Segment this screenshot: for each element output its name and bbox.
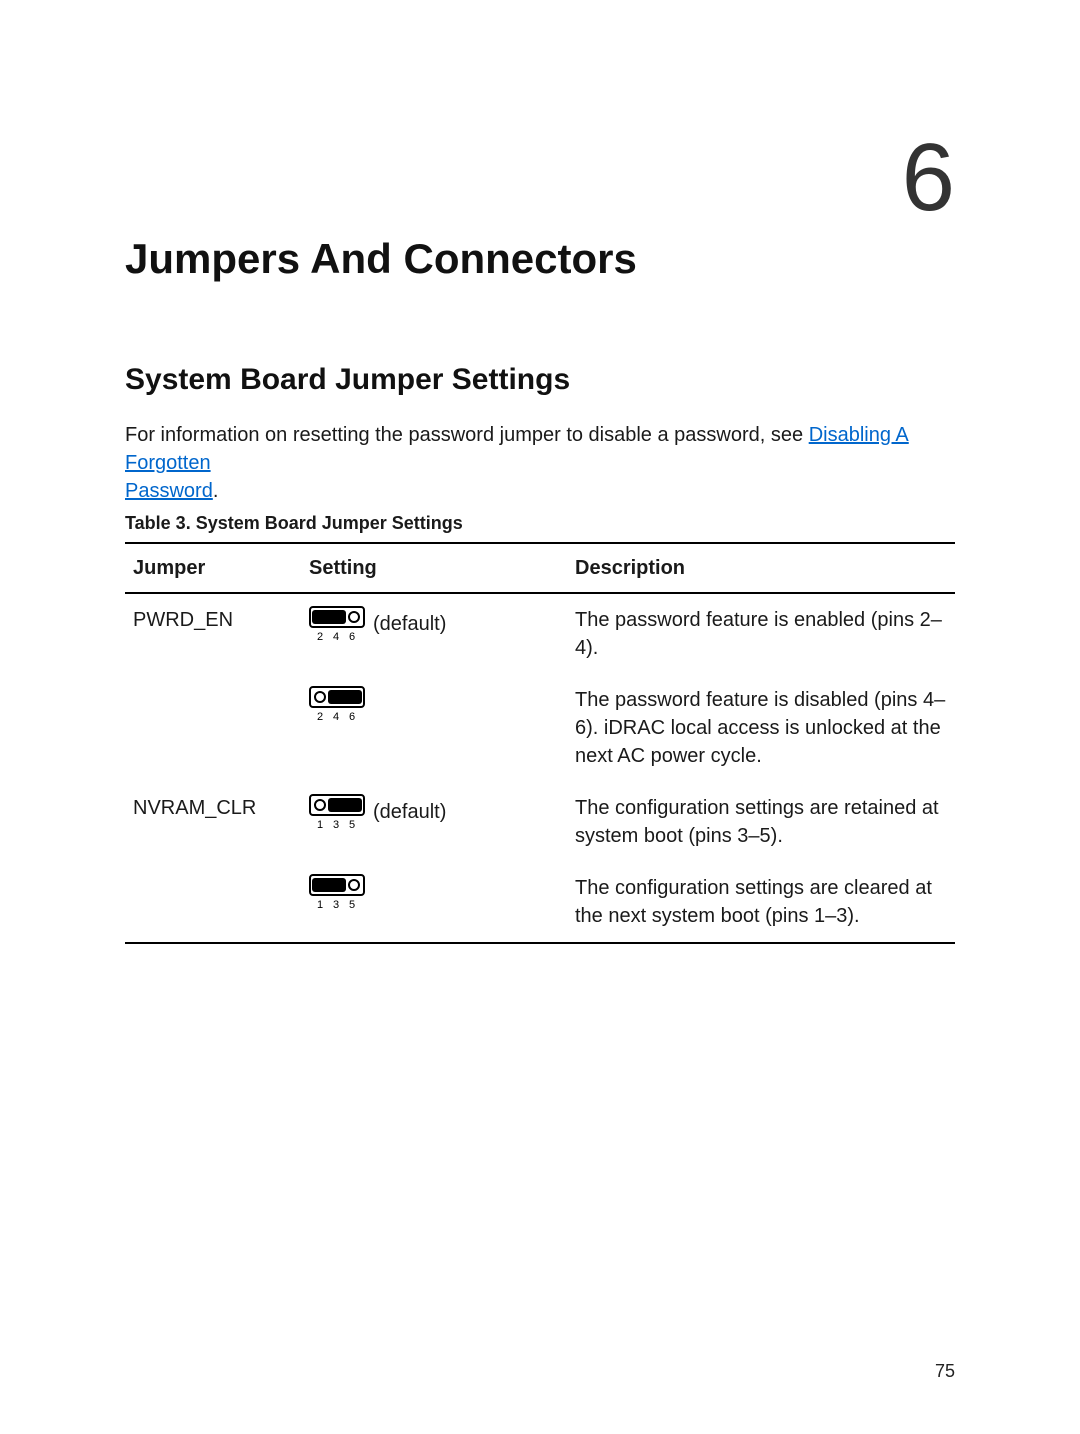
jumper-icon-pins-2-4: 2 4 6 <box>309 606 365 645</box>
cell-jumper <box>125 674 301 782</box>
cell-setting: 2 4 6 <box>301 674 567 782</box>
cell-description: The configuration settings are retained … <box>567 782 955 862</box>
jumper-icon-pins-4-6: 2 4 6 <box>309 686 365 725</box>
intro-paragraph: For information on resetting the passwor… <box>125 421 955 505</box>
page-number: 75 <box>935 1359 955 1384</box>
pin-label: 1 <box>312 898 328 913</box>
pin-label: 4 <box>328 630 344 645</box>
cell-description: The configuration settings are cleared a… <box>567 862 955 943</box>
cell-setting: 2 4 6 (default) <box>301 593 567 674</box>
cell-description: The password feature is disabled (pins 4… <box>567 674 955 782</box>
jumper-settings-table: Jumper Setting Description PWRD_EN <box>125 542 955 944</box>
table-row: NVRAM_CLR 1 3 5 ( <box>125 782 955 862</box>
section-title: System Board Jumper Settings <box>125 359 955 401</box>
cell-jumper: NVRAM_CLR <box>125 782 301 862</box>
chapter-title: Jumpers And Connectors <box>125 230 955 289</box>
pin-label: 3 <box>328 898 344 913</box>
cell-setting: 1 3 5 (default) <box>301 782 567 862</box>
pin-label: 1 <box>312 818 328 833</box>
pin-label: 5 <box>344 898 360 913</box>
setting-suffix: (default) <box>373 794 446 826</box>
pin-label: 6 <box>344 630 360 645</box>
jumper-icon-pins-1-3: 1 3 5 <box>309 874 365 913</box>
cell-jumper: PWRD_EN <box>125 593 301 674</box>
intro-suffix: . <box>213 480 219 502</box>
table-caption: Table 3. System Board Jumper Settings <box>125 511 955 536</box>
jumper-icon-pins-3-5: 1 3 5 <box>309 794 365 833</box>
pin-label: 5 <box>344 818 360 833</box>
pin-label: 2 <box>312 710 328 725</box>
pin-label: 3 <box>328 818 344 833</box>
th-setting: Setting <box>301 543 567 593</box>
disabling-password-link-cont[interactable]: Password <box>125 480 213 502</box>
th-jumper: Jumper <box>125 543 301 593</box>
cell-setting: 1 3 5 <box>301 862 567 943</box>
th-description: Description <box>567 543 955 593</box>
pin-label: 4 <box>328 710 344 725</box>
cell-description: The password feature is enabled (pins 2–… <box>567 593 955 674</box>
intro-prefix: For information on resetting the passwor… <box>125 424 809 446</box>
table-row: 1 3 5 The configuration settings are cle… <box>125 862 955 943</box>
pin-label: 2 <box>312 630 328 645</box>
cell-jumper <box>125 862 301 943</box>
setting-suffix: (default) <box>373 606 446 638</box>
table-row: 2 4 6 The password feature is disabled (… <box>125 674 955 782</box>
table-row: PWRD_EN 2 4 6 (de <box>125 593 955 674</box>
chapter-number: 6 <box>902 130 955 226</box>
pin-label: 6 <box>344 710 360 725</box>
